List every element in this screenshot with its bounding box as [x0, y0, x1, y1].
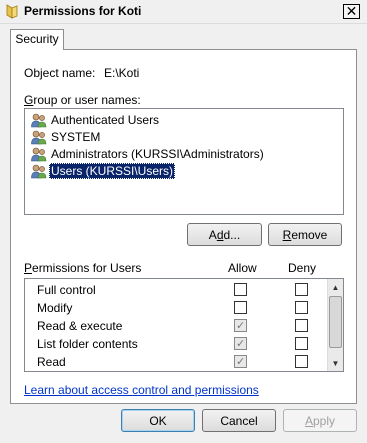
- permission-row: Read & execute ✓: [25, 317, 325, 335]
- user-list-item[interactable]: SYSTEM: [31, 129, 100, 145]
- user-list-item-label: Authenticated Users: [51, 113, 160, 127]
- remove-button[interactable]: Remove: [268, 223, 342, 246]
- permission-name: Full control: [37, 283, 96, 297]
- permissions-list: Full control Modify Read & execute ✓ List fo…: [24, 278, 344, 372]
- permission-row: List folder contents ✓: [25, 335, 325, 353]
- tab-security[interactable]: Security: [10, 29, 64, 50]
- deny-checkbox[interactable]: [295, 301, 308, 314]
- close-button[interactable]: ✕: [343, 4, 360, 19]
- cancel-button[interactable]: Cancel: [202, 409, 276, 432]
- permission-name: Modify: [37, 301, 73, 315]
- permission-name: List folder contents: [37, 337, 138, 351]
- user-group-icon: [31, 113, 47, 128]
- permission-row: Full control: [25, 281, 325, 299]
- deny-checkbox[interactable]: [295, 355, 308, 368]
- checkmark-icon: ✓: [236, 356, 246, 368]
- user-list-item[interactable]: Administrators (KURSSI\Administrators): [31, 146, 264, 162]
- allow-checkbox[interactable]: ✓: [234, 319, 247, 332]
- deny-checkbox[interactable]: [295, 283, 308, 296]
- user-group-icon: [31, 164, 47, 179]
- allow-checkbox[interactable]: ✓: [234, 337, 247, 350]
- scroll-down-icon[interactable]: ▼: [328, 355, 343, 371]
- permissions-header: Permissions for Users: [24, 261, 142, 275]
- close-icon: ✕: [345, 3, 358, 19]
- permissions-scrollbar[interactable]: ▲ ▼: [327, 279, 343, 371]
- user-list-item[interactable]: Authenticated Users: [31, 112, 159, 128]
- permission-row: Read ✓: [25, 353, 325, 371]
- permission-name: Read & execute: [37, 319, 123, 333]
- user-group-icon: [31, 130, 47, 145]
- scroll-thumb[interactable]: [329, 296, 342, 348]
- allow-checkbox[interactable]: ✓: [234, 355, 247, 368]
- user-list-item-label: Users (KURSSI\Users): [49, 163, 176, 179]
- checkmark-icon: ✓: [236, 338, 246, 350]
- learn-more-link[interactable]: Learn about access control and permissio…: [24, 383, 259, 397]
- add-button[interactable]: Add...: [187, 223, 262, 246]
- checkmark-icon: ✓: [236, 320, 246, 332]
- allow-column-header: Allow: [228, 261, 257, 275]
- apply-button[interactable]: Apply: [283, 409, 357, 432]
- object-name-value: E:\Koti: [104, 66, 140, 80]
- scroll-up-icon[interactable]: ▲: [328, 279, 343, 295]
- user-list-item-label: SYSTEM: [51, 130, 101, 144]
- deny-checkbox[interactable]: [295, 337, 308, 350]
- user-list-item[interactable]: Users (KURSSI\Users): [31, 163, 176, 179]
- permission-name: Read: [37, 355, 66, 369]
- allow-checkbox[interactable]: [234, 301, 247, 314]
- object-name-label: Object name:: [24, 66, 96, 80]
- deny-checkbox[interactable]: [295, 319, 308, 332]
- user-list-item-label: Administrators (KURSSI\Administrators): [51, 147, 264, 161]
- deny-column-header: Deny: [288, 261, 317, 275]
- allow-checkbox[interactable]: [234, 283, 247, 296]
- user-group-icon: [31, 147, 47, 162]
- window-title: Permissions for Koti: [24, 4, 142, 18]
- folder-icon: [6, 4, 18, 19]
- user-list[interactable]: Authenticated Users SYSTEM Administrators …: [24, 108, 344, 215]
- ok-button[interactable]: OK: [121, 409, 195, 432]
- group-user-names-label: Group or user names:: [24, 93, 141, 107]
- permission-row: Modify: [25, 299, 325, 317]
